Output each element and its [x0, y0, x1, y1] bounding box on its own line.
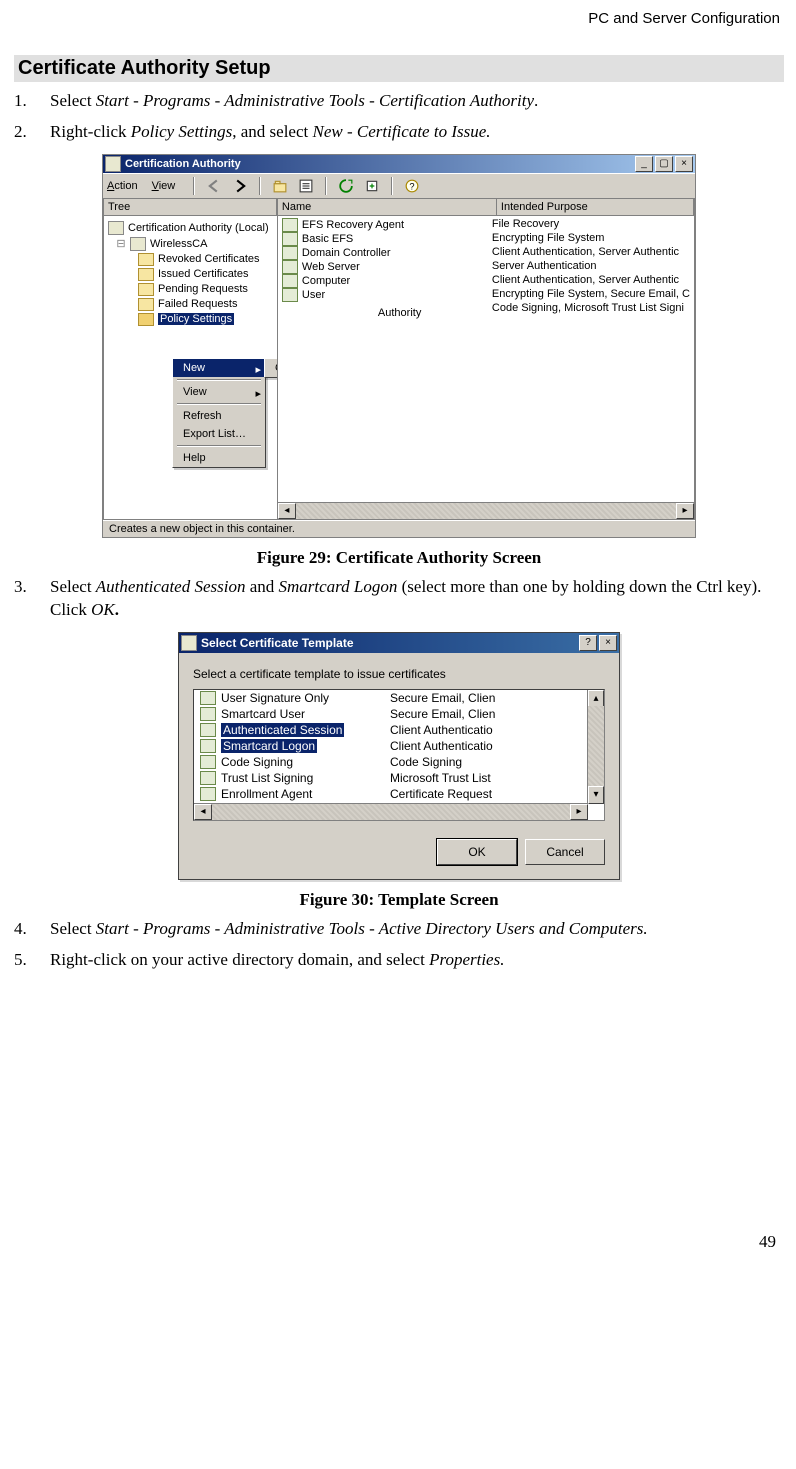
tree-ca[interactable]: WirelessCA	[150, 238, 207, 250]
forward-button[interactable]	[229, 176, 251, 196]
ctx-view[interactable]: View▸	[173, 383, 265, 401]
step-3: Select Authenticated Session and Smartca…	[14, 576, 784, 622]
up-button[interactable]	[269, 176, 291, 196]
ctx-help[interactable]: Help	[173, 449, 265, 467]
ctx-refresh[interactable]: Refresh	[173, 407, 265, 425]
template-icon	[282, 218, 298, 232]
maximize-button[interactable]: ▢	[655, 156, 673, 172]
template-row[interactable]: User Signature OnlySecure Email, Clien	[194, 690, 604, 706]
template-icon	[200, 739, 216, 753]
list-row[interactable]: Code Signing, Microsoft Trust List Signi	[278, 302, 694, 314]
folder-icon	[138, 283, 154, 296]
template-icon	[282, 232, 298, 246]
close-button[interactable]: ×	[675, 156, 693, 172]
col-name[interactable]: Name	[278, 199, 497, 216]
menu-view[interactable]: View	[152, 180, 176, 192]
dialog-prompt: Select a certificate template to issue c…	[179, 653, 619, 689]
horizontal-scrollbar[interactable]: ◂▸	[278, 502, 694, 519]
figure-29-caption: Figure 29: Certificate Authority Screen	[14, 548, 784, 568]
template-row[interactable]: Enrollment AgentCertificate Request	[194, 786, 604, 802]
svg-text:?: ?	[410, 181, 415, 191]
ca-icon	[130, 237, 146, 251]
section-heading: Certificate Authority Setup	[14, 55, 784, 82]
template-icon	[200, 723, 216, 737]
header-section: PC and Server Configuration	[14, 10, 784, 27]
template-row[interactable]: Smartcard UserSecure Email, Clien	[194, 706, 604, 722]
page-number: 49	[14, 1232, 784, 1252]
list-row[interactable]: Domain ControllerClient Authentication, …	[278, 246, 694, 260]
back-button[interactable]	[203, 176, 225, 196]
ctx-submenu-cert-to-issue[interactable]: Certificate to Issue	[264, 358, 277, 378]
template-row[interactable]: Authenticated SessionClient Authenticati…	[194, 722, 604, 738]
step-5: Right-click on your active directory dom…	[14, 949, 784, 972]
template-icon	[200, 787, 216, 801]
template-list[interactable]: User Signature OnlySecure Email, ClienSm…	[193, 689, 605, 821]
folder-icon	[138, 298, 154, 311]
figure-30-caption: Figure 30: Template Screen	[14, 890, 784, 910]
export-list-button[interactable]	[361, 176, 383, 196]
window-title: Certification Authority	[125, 158, 633, 170]
folder-icon	[138, 268, 154, 281]
dialog-icon	[181, 635, 197, 651]
tree-header: Tree	[104, 199, 277, 216]
list-row[interactable]: Web ServerServer Authentication	[278, 260, 694, 274]
tree-item[interactable]: Issued Certificates	[108, 267, 273, 282]
step-4: Select Start - Programs - Administrative…	[14, 918, 784, 941]
step-2: Right-click Policy Settings, and select …	[14, 121, 784, 144]
dialog-title: Select Certificate Template	[201, 636, 577, 650]
ctx-new[interactable]: New▸	[173, 359, 265, 377]
col-purpose[interactable]: Intended Purpose	[497, 199, 694, 216]
template-icon	[282, 260, 298, 274]
certification-authority-window: Certification Authority _ ▢ × Action Vie…	[102, 154, 696, 538]
template-icon	[200, 771, 216, 785]
ctx-export[interactable]: Export List…	[173, 425, 265, 443]
dialog-horizontal-scrollbar[interactable]: ◂▸	[194, 803, 588, 820]
tree-root[interactable]: Certification Authority (Local)	[128, 222, 269, 234]
vertical-scrollbar[interactable]: ▴ ▾	[587, 690, 604, 804]
cancel-button[interactable]: Cancel	[525, 839, 605, 865]
app-icon	[105, 156, 121, 172]
select-certificate-template-dialog: Select Certificate Template ? × Select a…	[178, 632, 620, 880]
template-row[interactable]: Trust List SigningMicrosoft Trust List	[194, 770, 604, 786]
folder-icon	[138, 313, 154, 326]
step-1: Select Start - Programs - Administrative…	[14, 90, 784, 113]
folder-icon	[138, 253, 154, 266]
dialog-help-button[interactable]: ?	[579, 635, 597, 651]
ok-button[interactable]: OK	[437, 839, 517, 865]
dialog-titlebar: Select Certificate Template ? ×	[179, 633, 619, 653]
template-icon	[282, 274, 298, 288]
partial-text-authority: Authority	[378, 307, 421, 319]
template-icon	[282, 246, 298, 260]
menu-action[interactable]: Action	[107, 180, 138, 192]
tree-item[interactable]: Revoked Certificates	[108, 252, 273, 267]
tree-item[interactable]: Failed Requests	[108, 297, 273, 312]
template-icon	[200, 691, 216, 705]
list-row[interactable]: Basic EFSEncrypting File System	[278, 232, 694, 246]
dialog-close-button[interactable]: ×	[599, 635, 617, 651]
toolbar: Action View ?	[103, 173, 695, 199]
titlebar: Certification Authority _ ▢ ×	[103, 155, 695, 173]
context-menu: New▸ View▸ Refresh Export List… Help	[172, 358, 266, 468]
refresh-button[interactable]	[335, 176, 357, 196]
template-row[interactable]: Code SigningCode Signing	[194, 754, 604, 770]
root-icon	[108, 221, 124, 235]
status-bar: Creates a new object in this container.	[103, 520, 695, 537]
minimize-button[interactable]: _	[635, 156, 653, 172]
list-row[interactable]: EFS Recovery AgentFile Recovery	[278, 218, 694, 232]
tree-item[interactable]: Policy Settings	[108, 312, 273, 327]
list-row[interactable]: ComputerClient Authentication, Server Au…	[278, 274, 694, 288]
template-icon	[282, 288, 298, 302]
tree: Certification Authority (Local) ⊟Wireles…	[104, 216, 277, 519]
template-row[interactable]: Smartcard LogonClient Authenticatio	[194, 738, 604, 754]
help-button[interactable]: ?	[401, 176, 423, 196]
template-icon	[200, 707, 216, 721]
list-row[interactable]: UserEncrypting File System, Secure Email…	[278, 288, 694, 302]
tree-item[interactable]: Pending Requests	[108, 282, 273, 297]
template-icon	[200, 755, 216, 769]
properties-button[interactable]	[295, 176, 317, 196]
